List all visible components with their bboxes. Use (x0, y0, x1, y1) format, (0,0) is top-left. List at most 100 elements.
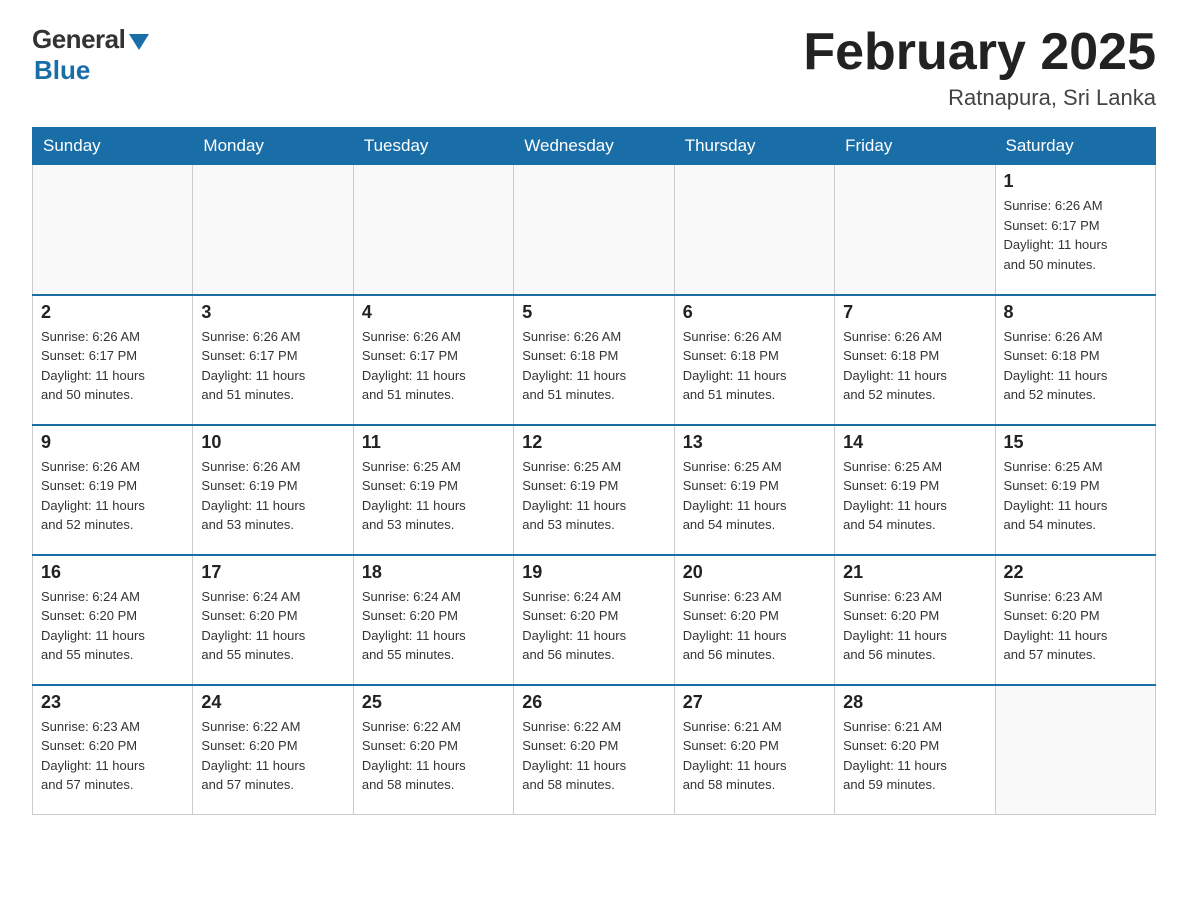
calendar-cell (995, 685, 1155, 815)
calendar-cell: 23 Sunrise: 6:23 AMSunset: 6:20 PMDayligh… (33, 685, 193, 815)
day-number: 11 (362, 432, 505, 453)
calendar-cell (33, 165, 193, 295)
day-number: 28 (843, 692, 986, 713)
day-number: 4 (362, 302, 505, 323)
day-info: Sunrise: 6:22 AMSunset: 6:20 PMDaylight:… (201, 717, 344, 795)
calendar-cell (193, 165, 353, 295)
day-info: Sunrise: 6:26 AMSunset: 6:18 PMDaylight:… (683, 327, 826, 405)
day-info: Sunrise: 6:24 AMSunset: 6:20 PMDaylight:… (41, 587, 184, 665)
calendar-cell: 12 Sunrise: 6:25 AMSunset: 6:19 PMDayligh… (514, 425, 674, 555)
logo-blue-text: Blue (34, 55, 90, 86)
day-info: Sunrise: 6:26 AMSunset: 6:18 PMDaylight:… (522, 327, 665, 405)
calendar-cell: 16 Sunrise: 6:24 AMSunset: 6:20 PMDayligh… (33, 555, 193, 685)
day-info: Sunrise: 6:21 AMSunset: 6:20 PMDaylight:… (683, 717, 826, 795)
day-info: Sunrise: 6:25 AMSunset: 6:19 PMDaylight:… (362, 457, 505, 535)
calendar-cell (835, 165, 995, 295)
calendar-cell (674, 165, 834, 295)
calendar-cell: 18 Sunrise: 6:24 AMSunset: 6:20 PMDayligh… (353, 555, 513, 685)
day-info: Sunrise: 6:23 AMSunset: 6:20 PMDaylight:… (1004, 587, 1147, 665)
day-info: Sunrise: 6:22 AMSunset: 6:20 PMDaylight:… (362, 717, 505, 795)
day-info: Sunrise: 6:21 AMSunset: 6:20 PMDaylight:… (843, 717, 986, 795)
month-title: February 2025 (803, 24, 1156, 81)
day-number: 19 (522, 562, 665, 583)
calendar-cell (514, 165, 674, 295)
calendar-cell: 10Sunrise: 6:26 AMSunset: 6:19 PMDayligh… (193, 425, 353, 555)
day-number: 17 (201, 562, 344, 583)
calendar-cell: 26Sunrise: 6:22 AMSunset: 6:20 PMDayligh… (514, 685, 674, 815)
day-info: Sunrise: 6:26 AMSunset: 6:18 PMDaylight:… (843, 327, 986, 405)
calendar-cell: 5 Sunrise: 6:26 AMSunset: 6:18 PMDaylight… (514, 295, 674, 425)
day-number: 23 (41, 692, 184, 713)
calendar-cell: 20 Sunrise: 6:23 AMSunset: 6:20 PMDayligh… (674, 555, 834, 685)
calendar-cell: 14Sunrise: 6:25 AMSunset: 6:19 PMDayligh… (835, 425, 995, 555)
calendar-cell: 2Sunrise: 6:26 AMSunset: 6:17 PMDaylight… (33, 295, 193, 425)
day-info: Sunrise: 6:23 AMSunset: 6:20 PMDaylight:… (683, 587, 826, 665)
day-info: Sunrise: 6:24 AMSunset: 6:20 PMDaylight:… (362, 587, 505, 665)
calendar-cell: 19 Sunrise: 6:24 AMSunset: 6:20 PMDayligh… (514, 555, 674, 685)
calendar-cell: 25 Sunrise: 6:22 AMSunset: 6:20 PMDayligh… (353, 685, 513, 815)
day-info: Sunrise: 6:26 AMSunset: 6:18 PMDaylight:… (1004, 327, 1147, 405)
day-info: Sunrise: 6:26 AMSunset: 6:19 PMDaylight:… (201, 457, 344, 535)
page-header: General Blue February 2025 Ratnapura, Sr… (32, 24, 1156, 111)
day-number: 27 (683, 692, 826, 713)
day-info: Sunrise: 6:25 AMSunset: 6:19 PMDaylight:… (683, 457, 826, 535)
calendar-table: Sunday Monday Tuesday Wednesday Thursday… (32, 127, 1156, 815)
day-info: Sunrise: 6:24 AMSunset: 6:20 PMDaylight:… (522, 587, 665, 665)
day-info: Sunrise: 6:25 AMSunset: 6:19 PMDaylight:… (843, 457, 986, 535)
day-info: Sunrise: 6:23 AMSunset: 6:20 PMDaylight:… (843, 587, 986, 665)
day-info: Sunrise: 6:26 AMSunset: 6:17 PMDaylight:… (201, 327, 344, 405)
calendar-cell: 9Sunrise: 6:26 AMSunset: 6:19 PMDaylight… (33, 425, 193, 555)
calendar-cell: 7 Sunrise: 6:26 AMSunset: 6:18 PMDaylight… (835, 295, 995, 425)
calendar-cell: 21Sunrise: 6:23 AMSunset: 6:20 PMDayligh… (835, 555, 995, 685)
day-info: Sunrise: 6:26 AMSunset: 6:19 PMDaylight:… (41, 457, 184, 535)
col-sunday: Sunday (33, 128, 193, 165)
day-number: 20 (683, 562, 826, 583)
day-number: 1 (1004, 171, 1147, 192)
day-info: Sunrise: 6:26 AMSunset: 6:17 PMDaylight:… (362, 327, 505, 405)
calendar-week-row: 1 Sunrise: 6:26 AMSunset: 6:17 PMDaylight… (33, 165, 1156, 295)
calendar-cell: 6 Sunrise: 6:26 AMSunset: 6:18 PMDaylight… (674, 295, 834, 425)
calendar-cell: 13 Sunrise: 6:25 AMSunset: 6:19 PMDayligh… (674, 425, 834, 555)
day-number: 12 (522, 432, 665, 453)
day-number: 7 (843, 302, 986, 323)
col-tuesday: Tuesday (353, 128, 513, 165)
day-info: Sunrise: 6:26 AMSunset: 6:17 PMDaylight:… (1004, 196, 1147, 274)
logo-general-text: General (32, 24, 125, 55)
day-info: Sunrise: 6:25 AMSunset: 6:19 PMDaylight:… (1004, 457, 1147, 535)
calendar-cell: 28 Sunrise: 6:21 AMSunset: 6:20 PMDayligh… (835, 685, 995, 815)
logo-triangle-icon (129, 34, 149, 50)
calendar-cell: 11 Sunrise: 6:25 AMSunset: 6:19 PMDayligh… (353, 425, 513, 555)
day-info: Sunrise: 6:23 AMSunset: 6:20 PMDaylight:… (41, 717, 184, 795)
col-thursday: Thursday (674, 128, 834, 165)
day-number: 8 (1004, 302, 1147, 323)
calendar-cell: 8 Sunrise: 6:26 AMSunset: 6:18 PMDaylight… (995, 295, 1155, 425)
day-info: Sunrise: 6:25 AMSunset: 6:19 PMDaylight:… (522, 457, 665, 535)
calendar-week-row: 23 Sunrise: 6:23 AMSunset: 6:20 PMDayligh… (33, 685, 1156, 815)
day-number: 5 (522, 302, 665, 323)
calendar-cell: 4 Sunrise: 6:26 AMSunset: 6:17 PMDaylight… (353, 295, 513, 425)
calendar-cell (353, 165, 513, 295)
day-info: Sunrise: 6:22 AMSunset: 6:20 PMDaylight:… (522, 717, 665, 795)
day-number: 25 (362, 692, 505, 713)
day-number: 6 (683, 302, 826, 323)
col-wednesday: Wednesday (514, 128, 674, 165)
day-number: 18 (362, 562, 505, 583)
day-number: 22 (1004, 562, 1147, 583)
calendar-cell: 17 Sunrise: 6:24 AMSunset: 6:20 PMDayligh… (193, 555, 353, 685)
calendar-week-row: 2Sunrise: 6:26 AMSunset: 6:17 PMDaylight… (33, 295, 1156, 425)
day-info: Sunrise: 6:24 AMSunset: 6:20 PMDaylight:… (201, 587, 344, 665)
day-number: 24 (201, 692, 344, 713)
calendar-week-row: 16 Sunrise: 6:24 AMSunset: 6:20 PMDayligh… (33, 555, 1156, 685)
title-block: February 2025 Ratnapura, Sri Lanka (803, 24, 1156, 111)
logo: General Blue (32, 24, 149, 86)
day-number: 13 (683, 432, 826, 453)
col-monday: Monday (193, 128, 353, 165)
calendar-cell: 27 Sunrise: 6:21 AMSunset: 6:20 PMDayligh… (674, 685, 834, 815)
location-title: Ratnapura, Sri Lanka (803, 85, 1156, 111)
calendar-week-row: 9Sunrise: 6:26 AMSunset: 6:19 PMDaylight… (33, 425, 1156, 555)
day-number: 3 (201, 302, 344, 323)
day-info: Sunrise: 6:26 AMSunset: 6:17 PMDaylight:… (41, 327, 184, 405)
day-number: 16 (41, 562, 184, 583)
calendar-header-row: Sunday Monday Tuesday Wednesday Thursday… (33, 128, 1156, 165)
calendar-cell: 3 Sunrise: 6:26 AMSunset: 6:17 PMDaylight… (193, 295, 353, 425)
